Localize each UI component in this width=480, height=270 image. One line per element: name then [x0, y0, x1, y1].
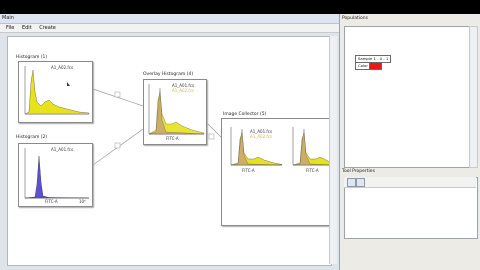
connector-handle	[208, 133, 215, 140]
connector-handle	[114, 142, 121, 149]
histogram2-plot	[24, 148, 90, 199]
histogram1-node[interactable]: A1_A02.fcs	[18, 61, 93, 123]
histogram2-axis-max: 10⁵	[79, 199, 86, 204]
menu-edit[interactable]: Edit	[22, 24, 32, 32]
menu-file[interactable]: File	[6, 24, 14, 32]
histogram2-title: Histogram (2)	[16, 135, 48, 140]
canvas-scrollbar[interactable]	[329, 36, 337, 264]
connector-handle	[114, 91, 121, 98]
overlay-title: Overlay Histogram (4)	[143, 72, 194, 77]
window-title: Main	[0, 14, 339, 24]
workflow-canvas[interactable]: Histogram (1) A1_A02.fcs Histogram (2) A…	[7, 36, 334, 266]
histogram2-node[interactable]: A1_A01.fcs FITC-A 10⁵	[18, 143, 93, 207]
categorized-icon[interactable]	[347, 178, 356, 187]
collector-axis-1: FITC-A	[242, 168, 255, 173]
overlay-plot	[148, 84, 205, 135]
population-color-swatch[interactable]	[369, 62, 382, 70]
connector-line	[92, 88, 144, 107]
app-frame: Main File Edit Create Histogram (1) A1_A…	[0, 14, 480, 270]
histogram2-axis: FITC-A	[45, 199, 58, 204]
populations-list[interactable]: Sample 1 - 0 - 1 Color	[344, 26, 470, 168]
overlay-axis: FITC-A	[166, 136, 179, 141]
alphabetical-icon[interactable]	[356, 178, 365, 187]
menu-bar: File Edit Create	[0, 24, 339, 33]
menu-create[interactable]: Create	[39, 24, 56, 32]
overlay-node[interactable]: A1_A01.fcs A1_A02.fcs FITC-A	[143, 79, 207, 145]
side-panel: Populations Sample 1 - 0 - 1 Color Tool …	[340, 14, 480, 270]
collector-node[interactable]: A1_A01.fcs A1_A02.fcs FITC-A FITC-A	[221, 118, 334, 226]
populations-scrollbar[interactable]	[469, 26, 478, 168]
histogram1-plot	[24, 66, 90, 115]
collector-sample2: A1_A02.fcs	[250, 134, 273, 139]
tool-properties-title: Tool Properties	[342, 169, 375, 174]
collector-axis-2: FITC-A	[306, 168, 319, 173]
main-window: Main File Edit Create Histogram (1) A1_A…	[0, 14, 340, 270]
populations-title: Populations	[342, 16, 368, 21]
tool-properties-toolbar	[344, 177, 476, 188]
